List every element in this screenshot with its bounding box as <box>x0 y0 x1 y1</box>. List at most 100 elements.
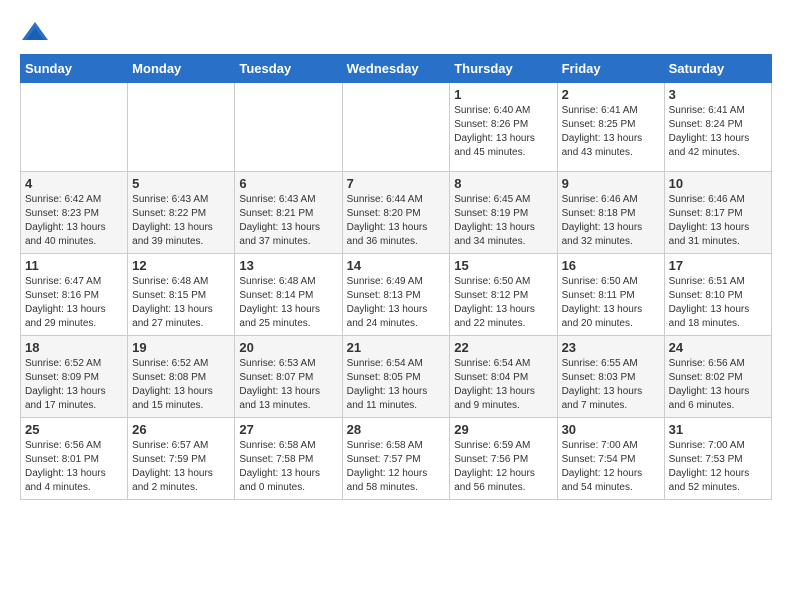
col-header-friday: Friday <box>557 55 664 83</box>
week-row-4: 18Sunrise: 6:52 AM Sunset: 8:09 PM Dayli… <box>21 336 772 418</box>
calendar-cell: 14Sunrise: 6:49 AM Sunset: 8:13 PM Dayli… <box>342 254 450 336</box>
calendar-cell <box>235 83 342 172</box>
day-number: 16 <box>562 258 660 273</box>
day-info: Sunrise: 6:40 AM Sunset: 8:26 PM Dayligh… <box>454 104 552 160</box>
day-number: 15 <box>454 258 552 273</box>
calendar-cell: 4 Sunrise: 6:42 AM Sunset: 8:23 PM Daylig… <box>21 172 128 254</box>
calendar-cell: 27 Sunrise: 6:58 AM Sunset: 7:58 PM Dayli… <box>235 418 342 500</box>
calendar-cell: 18Sunrise: 6:52 AM Sunset: 8:09 PM Dayli… <box>21 336 128 418</box>
calendar-cell: 28Sunrise: 6:58 AM Sunset: 7:57 PM Dayli… <box>342 418 450 500</box>
calendar-cell: 11 Sunrise: 6:47 AM Sunset: 8:16 PM Dayli… <box>21 254 128 336</box>
day-number: 22 <box>454 340 552 355</box>
day-number: 26 <box>132 422 230 437</box>
day-info: Sunrise: 6:57 AM Sunset: 7:59 PM Dayligh… <box>132 439 230 495</box>
calendar-cell: 16 Sunrise: 6:50 AM Sunset: 8:11 PM Dayli… <box>557 254 664 336</box>
calendar-table: SundayMondayTuesdayWednesdayThursdayFrid… <box>20 54 772 500</box>
day-info: Sunrise: 6:45 AM Sunset: 8:19 PM Dayligh… <box>454 193 552 249</box>
day-info: Sunrise: 6:56 AM Sunset: 8:02 PM Dayligh… <box>669 357 767 413</box>
day-info: Sunrise: 6:43 AM Sunset: 8:22 PM Dayligh… <box>132 193 230 249</box>
day-number: 13 <box>239 258 337 273</box>
calendar-cell: 8Sunrise: 6:45 AM Sunset: 8:19 PM Daylig… <box>450 172 557 254</box>
day-info: Sunrise: 6:43 AM Sunset: 8:21 PM Dayligh… <box>239 193 337 249</box>
col-header-thursday: Thursday <box>450 55 557 83</box>
calendar-cell: 30 Sunrise: 7:00 AM Sunset: 7:54 PM Dayli… <box>557 418 664 500</box>
calendar-cell <box>128 83 235 172</box>
day-number: 3 <box>669 87 767 102</box>
col-header-monday: Monday <box>128 55 235 83</box>
day-number: 1 <box>454 87 552 102</box>
day-number: 18 <box>25 340 123 355</box>
day-info: Sunrise: 6:41 AM Sunset: 8:24 PM Dayligh… <box>669 104 767 160</box>
day-info: Sunrise: 6:56 AM Sunset: 8:01 PM Dayligh… <box>25 439 123 495</box>
day-info: Sunrise: 6:47 AM Sunset: 8:16 PM Dayligh… <box>25 275 123 331</box>
calendar-cell: 7 Sunrise: 6:44 AM Sunset: 8:20 PM Daylig… <box>342 172 450 254</box>
day-number: 17 <box>669 258 767 273</box>
day-number: 7 <box>347 176 446 191</box>
day-number: 4 <box>25 176 123 191</box>
day-info: Sunrise: 6:48 AM Sunset: 8:15 PM Dayligh… <box>132 275 230 331</box>
day-number: 25 <box>25 422 123 437</box>
day-info: Sunrise: 7:00 AM Sunset: 7:54 PM Dayligh… <box>562 439 660 495</box>
day-number: 20 <box>239 340 337 355</box>
calendar-cell: 5 Sunrise: 6:43 AM Sunset: 8:22 PM Daylig… <box>128 172 235 254</box>
calendar-cell: 10 Sunrise: 6:46 AM Sunset: 8:17 PM Dayli… <box>664 172 771 254</box>
logo-icon <box>20 20 50 44</box>
day-number: 21 <box>347 340 446 355</box>
calendar-cell: 13 Sunrise: 6:48 AM Sunset: 8:14 PM Dayli… <box>235 254 342 336</box>
calendar-cell: 22 Sunrise: 6:54 AM Sunset: 8:04 PM Dayli… <box>450 336 557 418</box>
calendar-cell: 3 Sunrise: 6:41 AM Sunset: 8:24 PM Daylig… <box>664 83 771 172</box>
calendar-cell <box>342 83 450 172</box>
calendar-cell: 15 Sunrise: 6:50 AM Sunset: 8:12 PM Dayli… <box>450 254 557 336</box>
calendar-cell: 1 Sunrise: 6:40 AM Sunset: 8:26 PM Daylig… <box>450 83 557 172</box>
day-number: 14 <box>347 258 446 273</box>
col-header-wednesday: Wednesday <box>342 55 450 83</box>
day-number: 10 <box>669 176 767 191</box>
day-number: 27 <box>239 422 337 437</box>
calendar-cell: 24 Sunrise: 6:56 AM Sunset: 8:02 PM Dayli… <box>664 336 771 418</box>
calendar-cell <box>21 83 128 172</box>
day-info: Sunrise: 6:51 AM Sunset: 8:10 PM Dayligh… <box>669 275 767 331</box>
day-number: 29 <box>454 422 552 437</box>
day-number: 23 <box>562 340 660 355</box>
day-info: Sunrise: 6:50 AM Sunset: 8:12 PM Dayligh… <box>454 275 552 331</box>
col-header-saturday: Saturday <box>664 55 771 83</box>
header-row: SundayMondayTuesdayWednesdayThursdayFrid… <box>21 55 772 83</box>
day-info: Sunrise: 6:50 AM Sunset: 8:11 PM Dayligh… <box>562 275 660 331</box>
day-number: 6 <box>239 176 337 191</box>
calendar-cell: 29Sunrise: 6:59 AM Sunset: 7:56 PM Dayli… <box>450 418 557 500</box>
calendar-cell: 2 Sunrise: 6:41 AM Sunset: 8:25 PM Daylig… <box>557 83 664 172</box>
day-info: Sunrise: 6:53 AM Sunset: 8:07 PM Dayligh… <box>239 357 337 413</box>
day-info: Sunrise: 6:54 AM Sunset: 8:04 PM Dayligh… <box>454 357 552 413</box>
day-info: Sunrise: 6:54 AM Sunset: 8:05 PM Dayligh… <box>347 357 446 413</box>
day-info: Sunrise: 6:44 AM Sunset: 8:20 PM Dayligh… <box>347 193 446 249</box>
day-number: 12 <box>132 258 230 273</box>
day-info: Sunrise: 7:00 AM Sunset: 7:53 PM Dayligh… <box>669 439 767 495</box>
day-info: Sunrise: 6:42 AM Sunset: 8:23 PM Dayligh… <box>25 193 123 249</box>
day-info: Sunrise: 6:52 AM Sunset: 8:08 PM Dayligh… <box>132 357 230 413</box>
calendar-cell: 19 Sunrise: 6:52 AM Sunset: 8:08 PM Dayli… <box>128 336 235 418</box>
calendar-cell: 9 Sunrise: 6:46 AM Sunset: 8:18 PM Daylig… <box>557 172 664 254</box>
day-info: Sunrise: 6:48 AM Sunset: 8:14 PM Dayligh… <box>239 275 337 331</box>
calendar-cell: 23 Sunrise: 6:55 AM Sunset: 8:03 PM Dayli… <box>557 336 664 418</box>
header <box>20 20 772 44</box>
day-info: Sunrise: 6:58 AM Sunset: 7:58 PM Dayligh… <box>239 439 337 495</box>
day-info: Sunrise: 6:41 AM Sunset: 8:25 PM Dayligh… <box>562 104 660 160</box>
day-info: Sunrise: 6:46 AM Sunset: 8:17 PM Dayligh… <box>669 193 767 249</box>
day-number: 2 <box>562 87 660 102</box>
calendar-cell: 12 Sunrise: 6:48 AM Sunset: 8:15 PM Dayli… <box>128 254 235 336</box>
day-info: Sunrise: 6:55 AM Sunset: 8:03 PM Dayligh… <box>562 357 660 413</box>
col-header-sunday: Sunday <box>21 55 128 83</box>
day-number: 9 <box>562 176 660 191</box>
day-number: 5 <box>132 176 230 191</box>
day-number: 24 <box>669 340 767 355</box>
day-number: 30 <box>562 422 660 437</box>
col-header-tuesday: Tuesday <box>235 55 342 83</box>
day-number: 19 <box>132 340 230 355</box>
week-row-5: 25 Sunrise: 6:56 AM Sunset: 8:01 PM Dayli… <box>21 418 772 500</box>
day-number: 31 <box>669 422 767 437</box>
day-info: Sunrise: 6:58 AM Sunset: 7:57 PM Dayligh… <box>347 439 446 495</box>
week-row-1: 1 Sunrise: 6:40 AM Sunset: 8:26 PM Daylig… <box>21 83 772 172</box>
logo <box>20 20 54 44</box>
day-number: 11 <box>25 258 123 273</box>
day-info: Sunrise: 6:46 AM Sunset: 8:18 PM Dayligh… <box>562 193 660 249</box>
